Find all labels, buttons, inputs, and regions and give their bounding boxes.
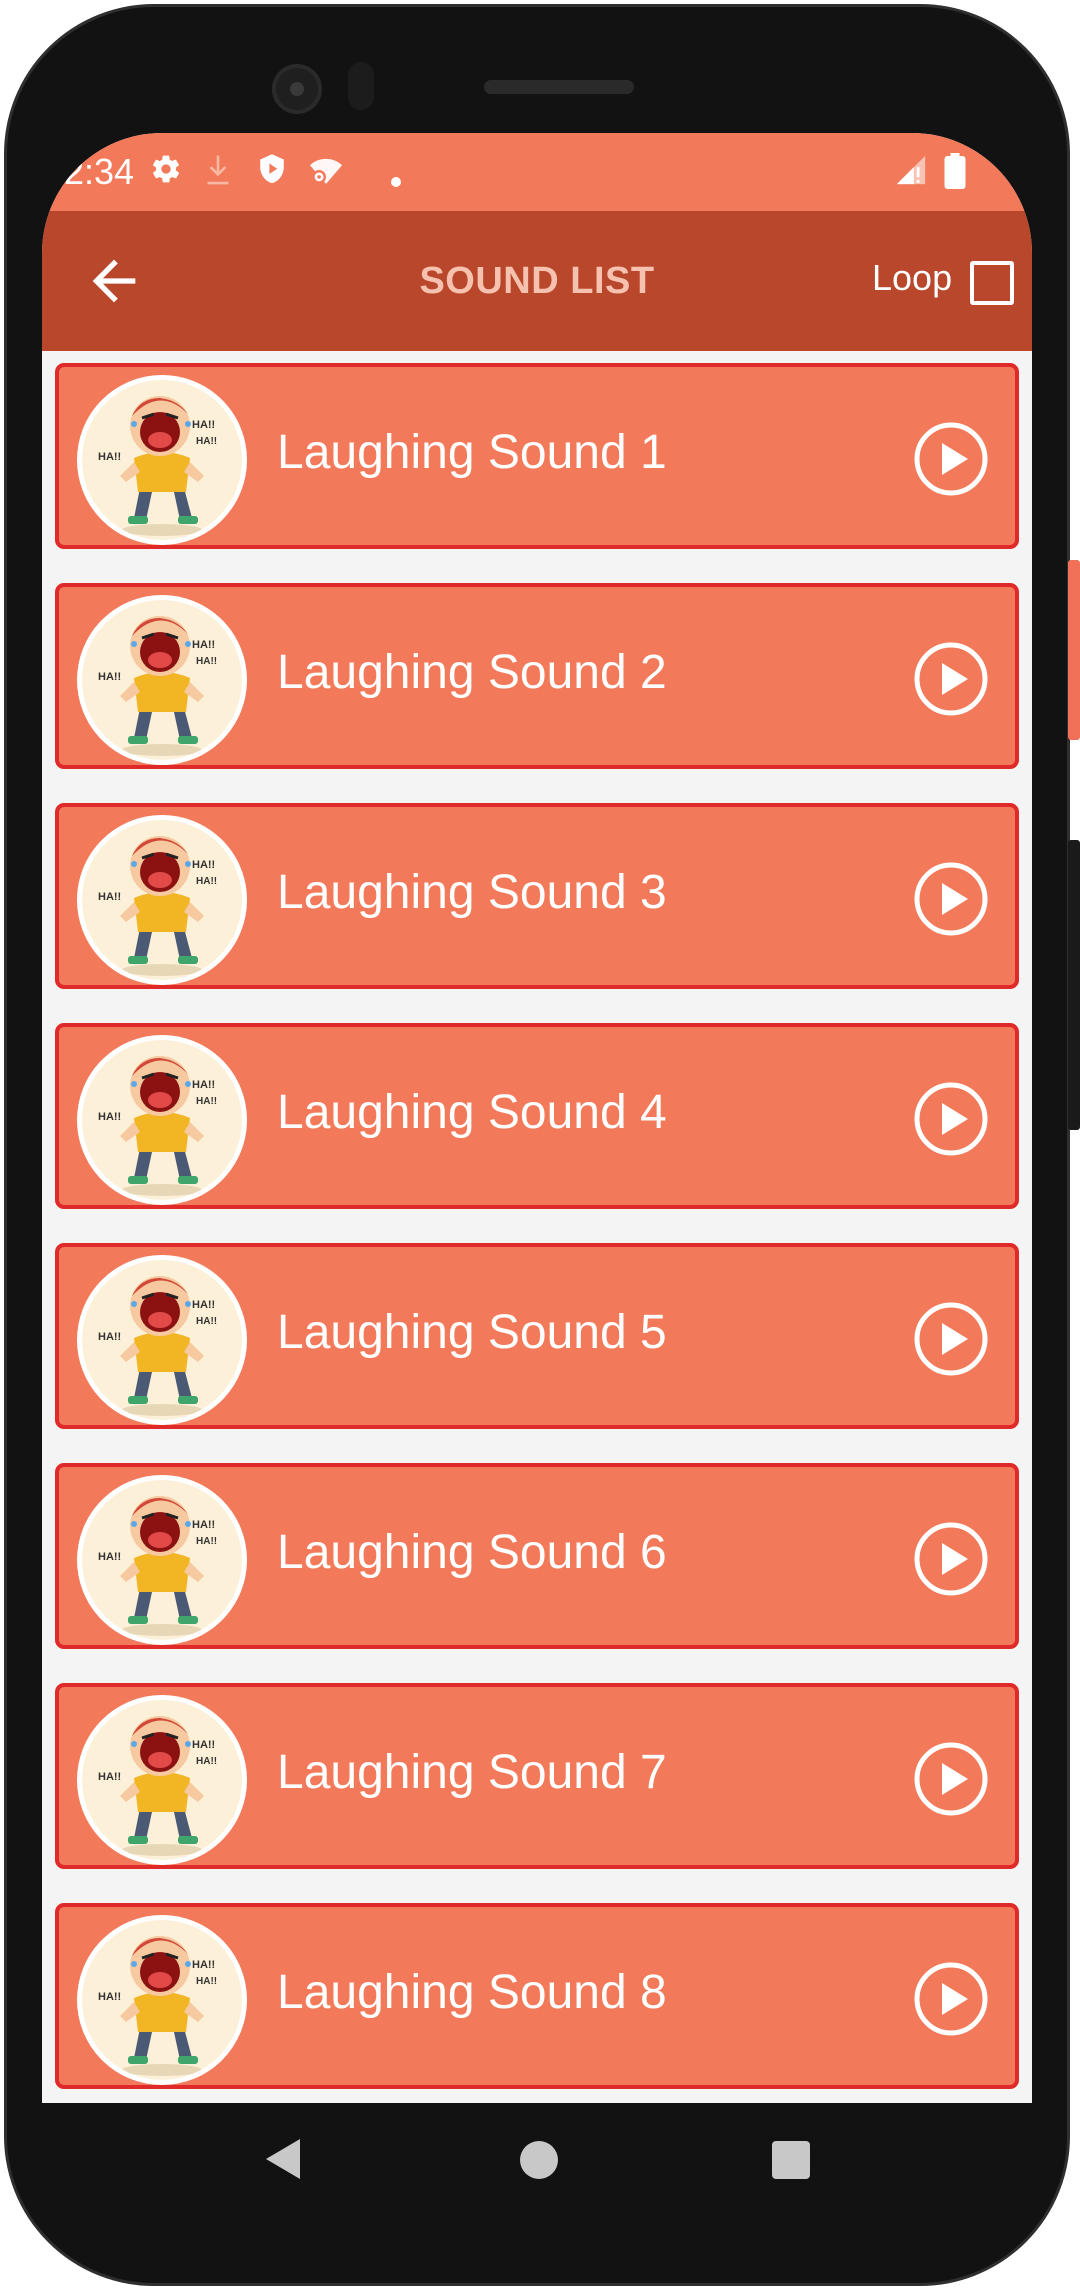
sound-label: Laughing Sound 7: [277, 1746, 667, 1799]
play-button[interactable]: [913, 861, 989, 937]
sound-label: Laughing Sound 2: [277, 646, 667, 699]
laughing-character-image: HA!! HA!! HA!!: [77, 1035, 247, 1205]
status-time: 2:34: [64, 151, 135, 192]
download-icon: [202, 153, 234, 194]
sound-label: Laughing Sound 4: [277, 1086, 667, 1139]
proximity-sensor: [348, 62, 374, 110]
play-circle-icon: [914, 1302, 988, 1376]
sound-label: Laughing Sound 5: [277, 1306, 667, 1359]
sound-item-6[interactable]: HA!! HA!! HA!! Laughing Sound 6: [55, 1463, 1019, 1649]
play-circle-icon: [914, 1522, 988, 1596]
play-circle-icon: [914, 642, 988, 716]
laughing-character-image: HA!! HA!! HA!!: [77, 1695, 247, 1865]
navigation-bar: [42, 2103, 1032, 2223]
svg-text:HA!!: HA!!: [98, 1771, 121, 1783]
svg-text:HA!!: HA!!: [196, 1316, 217, 1327]
wifi-settings-icon: [308, 153, 344, 194]
laughing-character-image: HA!! HA!! HA!!: [77, 1915, 247, 2085]
loop-label: Loop: [872, 257, 953, 298]
sound-label: Laughing Sound 8: [277, 1966, 667, 2019]
sound-label: Laughing Sound 6: [277, 1526, 667, 1579]
svg-text:HA!!: HA!!: [98, 891, 121, 903]
triangle-back-icon: [266, 2139, 300, 2179]
nav-recents-button[interactable]: [772, 2141, 810, 2179]
svg-text:HA!!: HA!!: [98, 1551, 121, 1563]
svg-text:HA!!: HA!!: [196, 876, 217, 887]
nav-back-button[interactable]: [260, 2135, 304, 2188]
loop-checkbox[interactable]: [970, 261, 1014, 305]
svg-text:HA!!: HA!!: [192, 1739, 215, 1751]
laughing-character-image: HA!! HA!! HA!!: [77, 815, 247, 985]
sound-item-8[interactable]: HA!! HA!! HA!! Laughing Sound 8: [55, 1903, 1019, 2089]
screen: 2:34 SOUND LIST Loop HA!! HA!! HA!! Laug…: [42, 133, 1032, 2103]
svg-text:HA!!: HA!!: [98, 671, 121, 683]
svg-text:HA!!: HA!!: [192, 1519, 215, 1531]
svg-text:HA!!: HA!!: [196, 1096, 217, 1107]
play-button[interactable]: [913, 1741, 989, 1817]
svg-text:HA!!: HA!!: [196, 1976, 217, 1987]
play-circle-icon: [914, 1962, 988, 2036]
sound-item-4[interactable]: HA!! HA!! HA!! Laughing Sound 4: [55, 1023, 1019, 1209]
svg-text:HA!!: HA!!: [196, 656, 217, 667]
svg-text:HA!!: HA!!: [196, 1756, 217, 1767]
svg-text:HA!!: HA!!: [196, 436, 217, 447]
earpiece-speaker: [484, 80, 634, 94]
back-button[interactable]: [82, 249, 146, 313]
play-circle-icon: [914, 1742, 988, 1816]
play-button[interactable]: [913, 1301, 989, 1377]
dot-icon: [390, 159, 402, 195]
play-button[interactable]: [913, 421, 989, 497]
svg-text:HA!!: HA!!: [98, 1331, 121, 1343]
play-circle-icon: [914, 862, 988, 936]
volume-button: [1068, 840, 1080, 1130]
laughing-character-image: HA!! HA!! HA!!: [77, 1255, 247, 1425]
play-circle-icon: [914, 422, 988, 496]
svg-text:HA!!: HA!!: [192, 419, 215, 431]
phone-frame: 2:34 SOUND LIST Loop HA!! HA!! HA!! Laug…: [0, 0, 1080, 2290]
play-circle-icon: [914, 1082, 988, 1156]
arrow-left-icon: [92, 259, 136, 303]
play-button[interactable]: [913, 1081, 989, 1157]
gear-icon: [150, 153, 182, 192]
signal-icon: [894, 153, 928, 194]
laughing-character-image: HA!! HA!! HA!!: [77, 1475, 247, 1645]
power-button: [1068, 560, 1080, 740]
sound-item-3[interactable]: HA!! HA!! HA!! Laughing Sound 3: [55, 803, 1019, 989]
svg-text:HA!!: HA!!: [192, 1079, 215, 1091]
play-button[interactable]: [913, 1521, 989, 1597]
shield-icon: [256, 153, 288, 194]
svg-text:HA!!: HA!!: [98, 451, 121, 463]
svg-text:HA!!: HA!!: [192, 859, 215, 871]
sound-item-2[interactable]: HA!! HA!! HA!! Laughing Sound 2: [55, 583, 1019, 769]
svg-text:HA!!: HA!!: [192, 1959, 215, 1971]
app-bar: SOUND LIST Loop: [42, 211, 1032, 351]
svg-text:HA!!: HA!!: [98, 1111, 121, 1123]
laughing-character-image: HA!! HA!! HA!!: [77, 595, 247, 765]
battery-icon: [944, 153, 966, 196]
sound-item-7[interactable]: HA!! HA!! HA!! Laughing Sound 7: [55, 1683, 1019, 1869]
nav-home-button[interactable]: [520, 2141, 558, 2179]
play-button[interactable]: [913, 1961, 989, 2037]
sound-item-5[interactable]: HA!! HA!! HA!! Laughing Sound 5: [55, 1243, 1019, 1429]
laughing-character-image: HA!! HA!! HA!!: [77, 375, 247, 545]
svg-text:HA!!: HA!!: [98, 1991, 121, 2003]
status-bar: 2:34: [42, 133, 1032, 211]
svg-text:HA!!: HA!!: [192, 1299, 215, 1311]
play-button[interactable]: [913, 641, 989, 717]
sound-item-1[interactable]: HA!! HA!! HA!! Laughing Sound 1: [55, 363, 1019, 549]
sound-label: Laughing Sound 1: [277, 426, 667, 479]
front-camera: [272, 64, 322, 114]
svg-text:HA!!: HA!!: [192, 639, 215, 651]
sound-label: Laughing Sound 3: [277, 866, 667, 919]
svg-text:HA!!: HA!!: [196, 1536, 217, 1547]
